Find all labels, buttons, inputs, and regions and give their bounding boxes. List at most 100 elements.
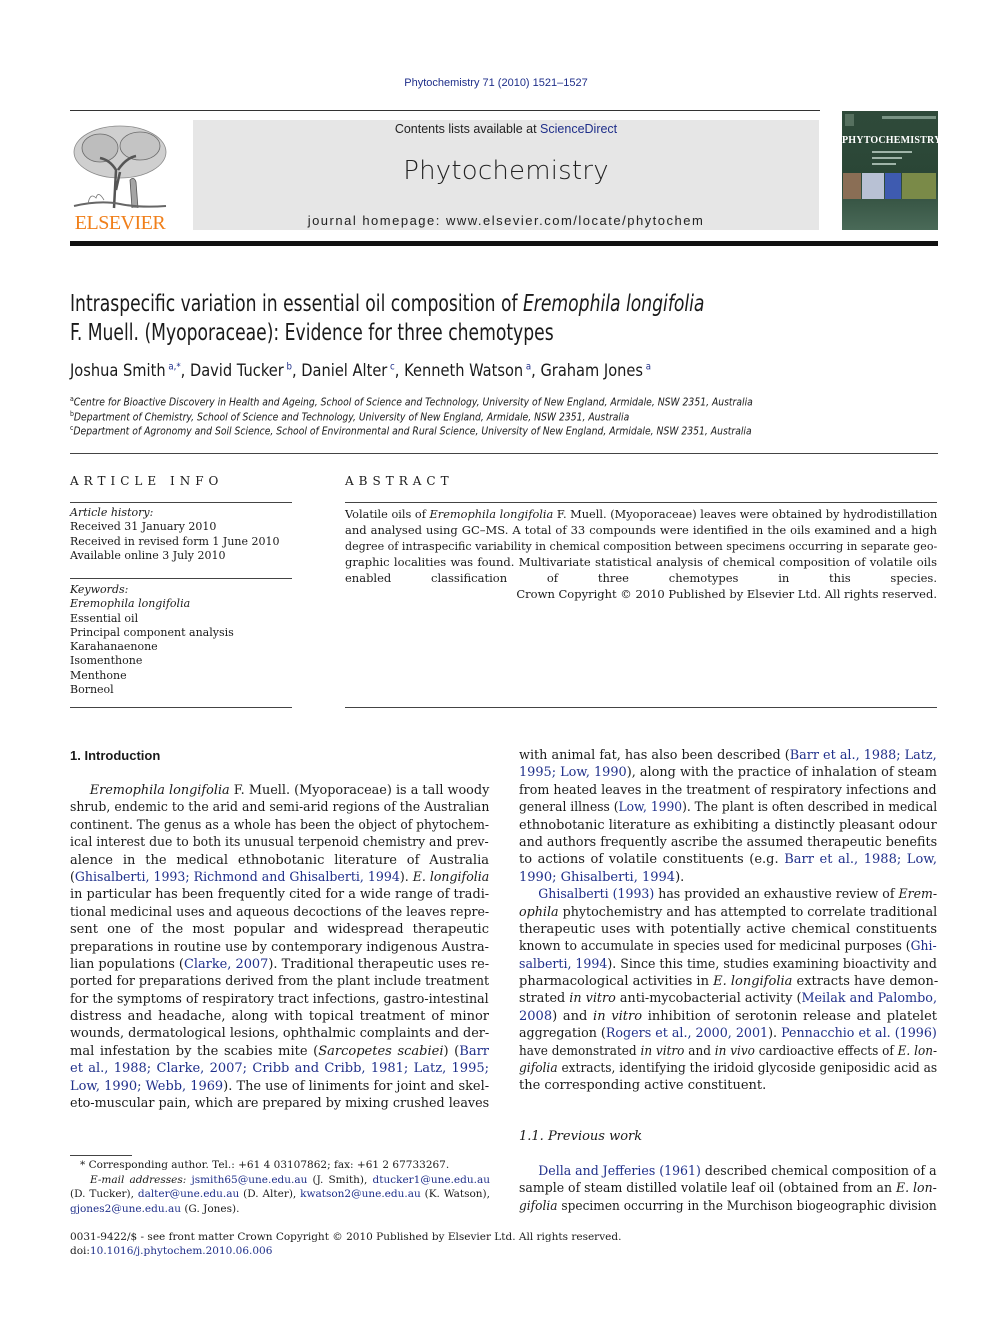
abstract-bottom-divider: [345, 707, 937, 708]
text-line: aggregation (Rogers et al., 2000, 2001).…: [519, 1025, 937, 1042]
text-run: eto-muscular pain, which are prepared by…: [70, 1096, 490, 1112]
keyword: Eremophila longifolia: [70, 597, 191, 611]
citation-link[interactable]: Rogers et al., 2000, 2001: [606, 1026, 768, 1041]
text-run: ) and: [552, 1008, 594, 1024]
text-line: Eremophila longifolia F. Muell. (Myopora…: [70, 782, 490, 799]
citation-link[interactable]: Barr: [459, 1044, 489, 1059]
email-link[interactable]: dtucker1@une.edu.au: [373, 1174, 491, 1186]
affiliation-a: aCentre for Bioactive Discovery in Healt…: [70, 395, 753, 409]
history-divider: [70, 578, 292, 579]
text-line: gifolia extracts, identifying the iridoi…: [519, 1060, 937, 1077]
text-run: general illness (: [519, 800, 619, 816]
citation-link[interactable]: Low, 1990; Webb, 1969: [70, 1079, 223, 1094]
intro-right-column: with animal fat, has also been described…: [519, 747, 938, 1095]
citation-link[interactable]: Ghisalberti, 1993; Richmond and Ghisalbe…: [75, 870, 400, 885]
title-text: Intraspecific variation in essential oil…: [70, 291, 523, 317]
text-line: pharmacological activities in E. longifo…: [519, 973, 938, 990]
citation-link[interactable]: Low, 1990: [618, 800, 682, 815]
keyword: Principal component analysis: [70, 625, 234, 639]
text-line: known to accumulate in species used for …: [519, 938, 937, 955]
citation-link[interactable]: Meilak and Palombo,: [801, 991, 937, 1006]
keyword: Essential oil: [70, 611, 139, 625]
journal-name: Phytochemistry: [403, 156, 609, 186]
text-run: continent. The genus as a whole has been…: [70, 817, 489, 833]
italic-term: E. lon-: [897, 1043, 938, 1059]
italic-term: E. longifolia: [412, 869, 490, 885]
text-line: for the symptoms of respiratory tract in…: [70, 991, 489, 1008]
italic-term: in vitro: [569, 991, 616, 1007]
citation-link[interactable]: Barr et al., 1988; Low,: [784, 852, 937, 867]
email-link[interactable]: kwatson2@une.edu.au: [300, 1188, 421, 1200]
text-line: alence in the medical ethnobotanic liter…: [70, 852, 489, 869]
journal-cover-image[interactable]: PHYTOCHEMISTRY: [842, 111, 941, 230]
cover-photo-1: [843, 173, 861, 199]
cover-subtitle-line: [872, 163, 896, 165]
title-line-1: Intraspecific variation in essential oil…: [70, 290, 792, 319]
text-line: Ghisalberti (1993) has provided an exhau…: [519, 886, 937, 903]
text-line: graphic localities was found. Multivaria…: [345, 554, 937, 570]
text-line: have demonstrated in vitro and in vivo c…: [519, 1043, 937, 1060]
citation-link[interactable]: 1995; Low, 1990: [519, 765, 627, 780]
citation-link[interactable]: Clarke, 2007: [184, 957, 268, 972]
citation-link[interactable]: Barr et al., 1988; Latz,: [790, 748, 937, 763]
sciencedirect-link[interactable]: ScienceDirect: [540, 122, 617, 136]
citation-link[interactable]: 1990; Ghisalberti, 1994: [519, 870, 675, 885]
author-name: David Tucker: [189, 361, 284, 381]
author-name: Graham Jones: [540, 361, 644, 381]
citation-link[interactable]: et al., 1988; Clarke, 2007; Cribb and Cr…: [70, 1061, 489, 1076]
email-link[interactable]: jsmith65@une.edu.au: [191, 1174, 307, 1186]
text-run: shrub, endemic to the arid and semi-arid…: [70, 800, 490, 816]
text-run: ).: [768, 1026, 782, 1042]
email-link[interactable]: dalter@une.edu.au: [138, 1188, 239, 1200]
cover-elsevier-emblem-icon: [845, 114, 854, 126]
text-run: and analysed using GC–MS. A total of 33 …: [345, 523, 937, 537]
text-run: strated: [519, 991, 570, 1007]
journal-citation-link[interactable]: Phytochemistry 71 (2010) 1521–1527: [0, 77, 992, 89]
previous-work-column: Della and Jefferies (1961) described che…: [519, 1163, 937, 1215]
italic-term: Eremophila longifolia: [89, 783, 230, 798]
citation-link[interactable]: Pennacchio et al. (1996): [781, 1026, 937, 1041]
email-owner: (G. Jones).: [184, 1202, 240, 1215]
text-run: sent one of the most popular and widespr…: [70, 922, 489, 938]
cover-top-bar: [882, 116, 936, 119]
text-run: and authors frequently ascribe the assum…: [519, 834, 938, 850]
author-affiliation-marker[interactable]: a,*: [166, 361, 180, 372]
title-line-2: F. Muell. (Myoporaceae): Evidence for th…: [70, 320, 554, 346]
journal-homepage-link[interactable]: journal homepage: www.elsevier.com/locat…: [193, 213, 819, 228]
cover-subtitle-line: [872, 157, 902, 159]
issn-line: 0031-9422/$ - see front matter Crown Cop…: [70, 1231, 622, 1243]
contents-line: Contents lists available at ScienceDirec…: [193, 122, 819, 136]
keywords: Keywords: Eremophila longifolia Essentia…: [70, 583, 292, 697]
text-line: shrub, endemic to the arid and semi-arid…: [70, 799, 489, 816]
text-line: preparations in routine use by contempor…: [70, 939, 489, 956]
text-run: ), along with the practice of inhalation…: [626, 765, 937, 781]
citation-link[interactable]: 2008: [519, 1009, 552, 1024]
italic-term: ophila: [519, 904, 559, 920]
text-line: strated in vitro anti-mycobacterial acti…: [519, 990, 937, 1007]
citation-link[interactable]: Ghi-: [911, 939, 937, 954]
doi-link[interactable]: 10.1016/j.phytochem.2010.06.006: [90, 1245, 272, 1257]
author-affiliation-marker[interactable]: a: [643, 361, 651, 372]
author-separator: ,: [291, 361, 302, 381]
text-line: 1990; Ghisalberti, 1994).: [519, 869, 937, 886]
citation-link[interactable]: Della and Jefferies (1961): [538, 1164, 701, 1179]
citation-link[interactable]: Ghisalberti (1993): [538, 887, 654, 902]
text-line: to actions of volatile constituents (e.g…: [519, 851, 937, 868]
author-affiliation-marker[interactable]: b: [284, 361, 292, 372]
email-link[interactable]: gjones2@une.edu.au: [70, 1203, 181, 1215]
keywords-label: Keywords:: [70, 583, 129, 596]
previous-work-paragraph: Della and Jefferies (1961) described che…: [519, 1163, 937, 1215]
text-run: and: [684, 1043, 715, 1059]
text-run: known to accumulate in species used for …: [519, 939, 911, 955]
text-run: graphic localities was found. Multivaria…: [345, 555, 937, 569]
subsection-heading-previous-work: 1.1. Previous work: [519, 1129, 643, 1144]
bottom-metadata: 0031-9422/$ - see front matter Crown Cop…: [70, 1230, 670, 1258]
citation-link[interactable]: salberti, 1994: [519, 957, 607, 972]
intro-paragraph-2: Ghisalberti (1993) has provided an exhau…: [519, 886, 938, 1095]
text-run: sample of steam distilled volatile leaf …: [519, 1181, 896, 1197]
affiliation-divider: [70, 453, 938, 454]
elsevier-wordmark[interactable]: ELSEVIER: [70, 212, 170, 235]
doi-prefix: doi:: [70, 1245, 90, 1257]
author-affiliation-marker[interactable]: c: [387, 361, 395, 372]
affiliation-text: Centre for Bioactive Discovery in Health…: [73, 396, 753, 409]
